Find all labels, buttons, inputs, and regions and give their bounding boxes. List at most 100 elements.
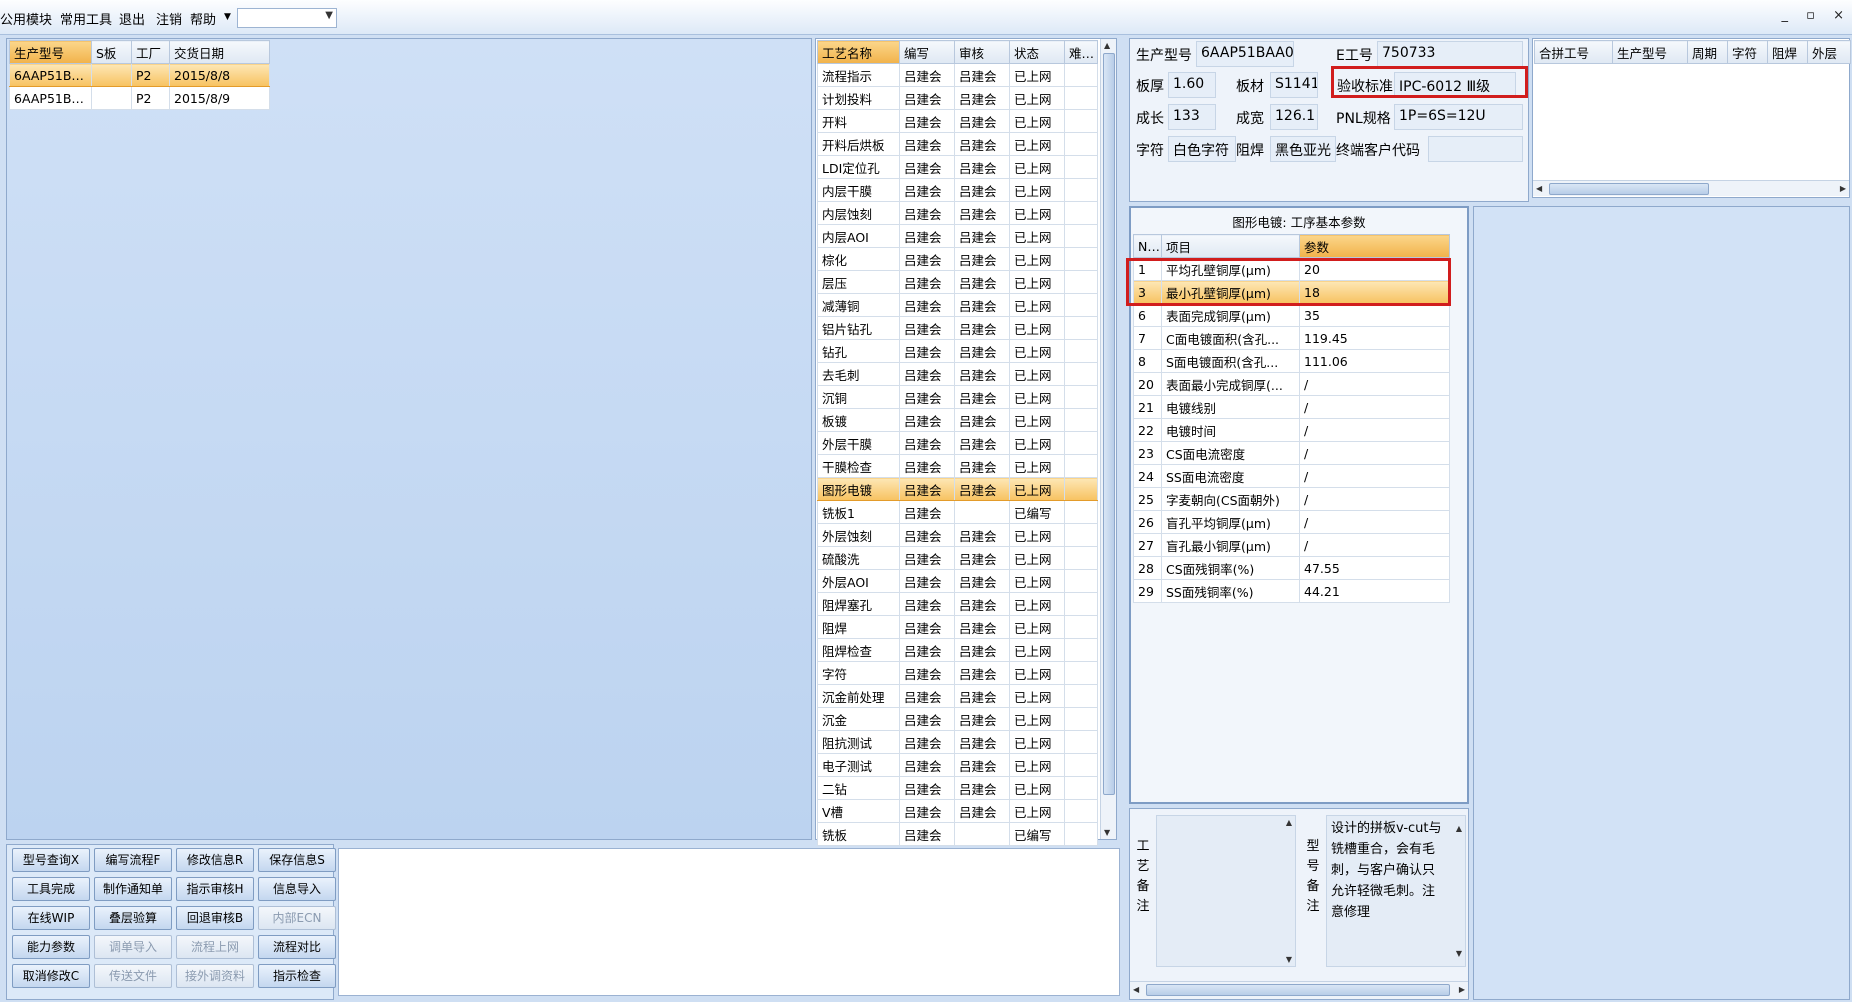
cell-status[interactable]: 已上网 — [1009, 86, 1065, 110]
cell-difficulty[interactable] — [1064, 615, 1098, 639]
cell-author[interactable]: 吕建会 — [899, 201, 955, 225]
cell-no[interactable]: 29 — [1133, 579, 1162, 603]
cell-reviewer[interactable]: 吕建会 — [954, 316, 1010, 340]
e-number-field[interactable]: 750733 — [1377, 41, 1523, 67]
craft-remark-field[interactable]: ▲ ▼ — [1156, 815, 1296, 967]
cell-process-name[interactable]: 字符 — [817, 661, 900, 685]
process-row[interactable]: 外层AOI 吕建会 吕建会 已上网 — [817, 569, 1098, 593]
action-button[interactable]: 内部ECN — [258, 906, 336, 930]
process-row[interactable]: 硫酸洗 吕建会 吕建会 已上网 — [817, 546, 1098, 570]
process-row[interactable]: 阻抗测试 吕建会 吕建会 已上网 — [817, 730, 1098, 754]
cell-process-name[interactable]: 二钻 — [817, 776, 900, 800]
cell-item[interactable]: C面电镀面积(含孔... — [1161, 326, 1300, 350]
parameter-row[interactable]: 23 CS面电流密度 / — [1133, 441, 1450, 465]
cell-param[interactable]: 119.45 — [1299, 326, 1450, 350]
cell-difficulty[interactable] — [1064, 431, 1098, 455]
cell-status[interactable]: 已上网 — [1009, 661, 1065, 685]
cell-reviewer[interactable]: 吕建会 — [954, 592, 1010, 616]
process-row[interactable]: 外层干膜 吕建会 吕建会 已上网 — [817, 431, 1098, 455]
cell-item[interactable]: 字麦朝向(CS面朝外) — [1161, 487, 1300, 511]
parameter-row[interactable]: 26 盲孔平均铜厚(μm) / — [1133, 510, 1450, 534]
thickness-field[interactable]: 1.60 — [1168, 72, 1216, 98]
cell-difficulty[interactable] — [1064, 546, 1098, 570]
cell-status[interactable]: 已上网 — [1009, 523, 1065, 547]
process-row[interactable]: 减薄铜 吕建会 吕建会 已上网 — [817, 293, 1098, 317]
cell-reviewer[interactable]: 吕建会 — [954, 753, 1010, 777]
parameter-row[interactable]: 20 表面最小完成铜厚(... / — [1133, 372, 1450, 396]
cell-reviewer[interactable]: 吕建会 — [954, 661, 1010, 685]
cell-reviewer[interactable]: 吕建会 — [954, 730, 1010, 754]
cell-process-name[interactable]: 流程指示 — [817, 63, 900, 87]
cell-param[interactable]: / — [1299, 418, 1450, 442]
cell-difficulty[interactable] — [1064, 132, 1098, 156]
parameter-row[interactable]: 7 C面电镀面积(含孔... 119.45 — [1133, 326, 1450, 350]
customer-code-field[interactable] — [1428, 136, 1523, 162]
col-merge-outer[interactable]: 外层 — [1807, 40, 1851, 64]
cell-status[interactable]: 已上网 — [1009, 201, 1065, 225]
cell-reviewer[interactable]: 吕建会 — [954, 155, 1010, 179]
parameter-row[interactable]: 27 盲孔最小铜厚(μm) / — [1133, 533, 1450, 557]
cell-difficulty[interactable] — [1064, 109, 1098, 133]
parameter-row[interactable]: 6 表面完成铜厚(μm) 35 — [1133, 303, 1450, 327]
cell-process-name[interactable]: 干膜检查 — [817, 454, 900, 478]
cell-difficulty[interactable] — [1064, 500, 1098, 524]
cell-difficulty[interactable] — [1064, 753, 1098, 777]
cell-author[interactable]: 吕建会 — [899, 500, 955, 524]
cell-process-name[interactable]: 外层AOI — [817, 569, 900, 593]
cell-reviewer[interactable]: 吕建会 — [954, 293, 1010, 317]
cell-reviewer[interactable]: 吕建会 — [954, 385, 1010, 409]
cell-author[interactable]: 吕建会 — [899, 408, 955, 432]
cell-difficulty[interactable] — [1064, 247, 1098, 271]
action-button[interactable]: 取消修改C — [12, 964, 90, 988]
col-merge-cycle[interactable]: 周期 — [1687, 40, 1728, 64]
scroll-down-icon[interactable]: ▼ — [1104, 828, 1110, 837]
cell-status[interactable]: 已上网 — [1009, 799, 1065, 823]
cell-author[interactable]: 吕建会 — [899, 822, 955, 846]
parameter-row[interactable]: 21 电镀线别 / — [1133, 395, 1450, 419]
cell-param[interactable]: 111.06 — [1299, 349, 1450, 373]
cell-item[interactable]: CS面残铜率(%) — [1161, 556, 1300, 580]
cell-status[interactable]: 已上网 — [1009, 63, 1065, 87]
cell-s-board[interactable] — [91, 86, 132, 110]
action-button[interactable]: 制作通知单 — [94, 877, 172, 901]
cell-process-name[interactable]: 计划投料 — [817, 86, 900, 110]
process-row[interactable]: 开料 吕建会 吕建会 已上网 — [817, 109, 1098, 133]
cell-difficulty[interactable] — [1064, 776, 1098, 800]
cell-process-name[interactable]: 去毛刺 — [817, 362, 900, 386]
cell-status[interactable]: 已上网 — [1009, 431, 1065, 455]
action-button[interactable]: 流程上网 — [176, 935, 254, 959]
cell-difficulty[interactable] — [1064, 454, 1098, 478]
menu-logout[interactable]: 注销 — [156, 9, 182, 28]
cell-author[interactable]: 吕建会 — [899, 707, 955, 731]
cell-item[interactable]: 盲孔平均铜厚(μm) — [1161, 510, 1300, 534]
action-button[interactable]: 保存信息S — [258, 848, 336, 872]
process-row[interactable]: 流程指示 吕建会 吕建会 已上网 — [817, 63, 1098, 87]
cell-reviewer[interactable]: 吕建会 — [954, 477, 1010, 501]
cell-difficulty[interactable] — [1064, 408, 1098, 432]
cell-factory[interactable]: P2 — [131, 86, 170, 110]
cell-status[interactable]: 已上网 — [1009, 362, 1065, 386]
cell-status[interactable]: 已上网 — [1009, 546, 1065, 570]
cell-no[interactable]: 28 — [1133, 556, 1162, 580]
cell-difficulty[interactable] — [1064, 638, 1098, 662]
cell-difficulty[interactable] — [1064, 730, 1098, 754]
col-merge-mask[interactable]: 阻焊 — [1767, 40, 1808, 64]
cell-no[interactable]: 27 — [1133, 533, 1162, 557]
cell-item[interactable]: SS面电流密度 — [1161, 464, 1300, 488]
cell-no[interactable]: 25 — [1133, 487, 1162, 511]
cell-status[interactable]: 已上网 — [1009, 109, 1065, 133]
cell-process-name[interactable]: 阻焊检查 — [817, 638, 900, 662]
cell-author[interactable]: 吕建会 — [899, 431, 955, 455]
cell-status[interactable]: 已上网 — [1009, 224, 1065, 248]
cell-reviewer[interactable]: 吕建会 — [954, 569, 1010, 593]
cell-item[interactable]: S面电镀面积(含孔... — [1161, 349, 1300, 373]
cell-process-name[interactable]: 内层AOI — [817, 224, 900, 248]
cell-item[interactable]: 电镀线别 — [1161, 395, 1300, 419]
action-button[interactable]: 调单导入 — [94, 935, 172, 959]
cell-process-name[interactable]: 开料 — [817, 109, 900, 133]
cell-process-name[interactable]: 图形电镀 — [817, 477, 900, 501]
cell-item[interactable]: 表面完成铜厚(μm) — [1161, 303, 1300, 327]
process-row[interactable]: 沉铜 吕建会 吕建会 已上网 — [817, 385, 1098, 409]
process-row[interactable]: 电子测试 吕建会 吕建会 已上网 — [817, 753, 1098, 777]
scroll-right-icon[interactable]: ▶ — [1459, 985, 1465, 994]
